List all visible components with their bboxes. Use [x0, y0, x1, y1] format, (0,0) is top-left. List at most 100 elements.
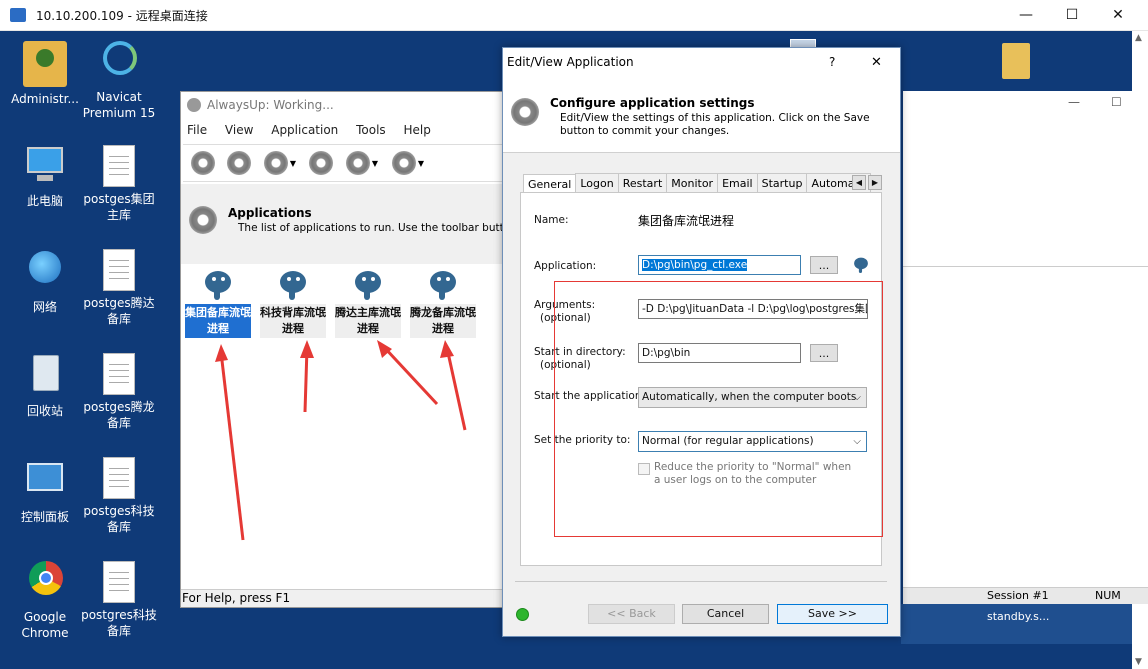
scroll-down-icon[interactable]: ▼	[1135, 657, 1142, 667]
bg-status-bar: Session #1 NUM	[903, 587, 1148, 604]
menu-bar: File View Application Tools Help	[187, 123, 445, 137]
menu-application[interactable]: Application	[271, 123, 338, 137]
application-path-value: D:\pg\bin\pg_ctl.exe	[642, 259, 748, 271]
applications-title: Applications	[228, 206, 312, 220]
user-folder-icon	[23, 41, 67, 87]
application-path-field[interactable]: D:\pg\bin\pg_ctl.exe	[638, 255, 801, 275]
add-application-button[interactable]	[185, 147, 221, 179]
bg-minimize-button[interactable]: —	[1068, 95, 1080, 109]
tab-general[interactable]: General	[523, 174, 577, 194]
edit-application-button[interactable]	[221, 147, 257, 179]
desktop-icon-doc[interactable]: postgres科技备库	[80, 561, 158, 639]
desktop-icon-label: postgres科技备库	[81, 608, 157, 638]
annotation-arrow	[381, 344, 439, 406]
rdp-title-bar: 10.10.200.109 - 远程桌面连接 — ☐ ✕	[0, 0, 1148, 31]
stop-application-button[interactable]	[303, 147, 339, 179]
desktop-icon-network[interactable]: 网络	[6, 249, 84, 315]
desktop-icon-doc[interactable]: postges腾龙备库	[80, 353, 158, 431]
tab-scroll-right-button[interactable]: ▶	[868, 175, 882, 190]
desktop-icon-label: Google Chrome	[21, 610, 69, 640]
annotation-highlight-box	[554, 281, 883, 537]
menu-tools[interactable]: Tools	[356, 123, 386, 137]
desktop-icon-doc[interactable]: postges腾达备库	[80, 249, 158, 327]
cancel-button[interactable]: Cancel	[682, 604, 769, 624]
desktop-icon-label: 此电脑	[26, 194, 63, 208]
maximize-button[interactable]: ☐	[1049, 0, 1095, 31]
minimize-button[interactable]: —	[1003, 0, 1049, 31]
document-icon	[103, 145, 135, 187]
divider	[903, 266, 1148, 267]
annotation-arrows	[215, 340, 467, 541]
desktop-icon-chrome[interactable]: Google Chrome	[6, 559, 84, 641]
status-help-text: For Help, press F1	[182, 591, 291, 605]
tab-startup[interactable]: Startup	[756, 173, 808, 193]
application-list: 集团备库流氓进程 科技背库流氓进程 腾达主库流氓进程 腾龙备库流氓进程	[181, 264, 505, 589]
help-button[interactable]: ?	[829, 55, 835, 69]
name-label: Name:	[534, 214, 569, 226]
alwaysup-title-bar: AlwaysUp: Working...	[181, 92, 505, 118]
menu-file[interactable]: File	[187, 123, 207, 137]
tab-restart[interactable]: Restart	[617, 173, 668, 193]
computer-icon	[23, 143, 67, 189]
save-button[interactable]: Save >>	[777, 604, 888, 624]
desktop-icon-this-pc[interactable]: 此电脑	[6, 143, 84, 209]
desktop-icon-admin[interactable]: Administr...	[6, 41, 84, 107]
applications-header: Applications The list of applications to…	[181, 184, 522, 264]
taskbar-region: standby.s...	[901, 604, 1132, 644]
alwaysup-window: AlwaysUp: Working... File View Applicati…	[180, 91, 522, 608]
desktop-icon-label: Administr...	[11, 92, 79, 106]
session-status: Session #1	[987, 589, 1049, 602]
desktop-icon-label: Navicat Premium 15	[82, 90, 156, 120]
dialog-title: Edit/View Application	[507, 55, 634, 69]
postgresql-elephant-icon	[852, 256, 870, 274]
applications-description: The list of applications to run. Use the…	[238, 222, 523, 234]
scroll-up-icon[interactable]: ▲	[1135, 33, 1142, 43]
folder-icon[interactable]	[1002, 43, 1030, 79]
desktop-icon-label: postges腾龙备库	[83, 400, 155, 430]
general-tab-panel: Name: 集团备库流氓进程 Application: D:\pg\bin\pg…	[520, 192, 883, 566]
menu-help[interactable]: Help	[404, 123, 431, 137]
start-application-button[interactable]: ▼	[257, 147, 303, 179]
close-button[interactable]: ✕	[1095, 0, 1141, 31]
desktop-icon-label: postges科技备库	[83, 504, 155, 534]
edit-view-application-dialog: Edit/View Application ? ✕ Configure appl…	[502, 47, 901, 637]
desktop-icon-label: 回收站	[26, 404, 63, 418]
info-application-button[interactable]: ▼	[385, 147, 431, 179]
annotation-arrow-head	[300, 340, 314, 358]
dialog-close-button[interactable]: ✕	[871, 55, 882, 70]
navicat-icon	[97, 39, 141, 85]
settings-gear-icon	[511, 98, 539, 126]
tab-scroll-left-button[interactable]: ◀	[852, 175, 866, 190]
num-lock-status: NUM	[1095, 589, 1121, 602]
desktop-icon-navicat[interactable]: Navicat Premium 15	[80, 39, 158, 121]
desktop-icon-doc[interactable]: postges科技备库	[80, 457, 158, 535]
rdp-title: 10.10.200.109 - 远程桌面连接	[36, 9, 208, 23]
dialog-header: Configure application settings Edit/View…	[503, 78, 900, 153]
divider	[515, 581, 887, 582]
document-icon	[103, 249, 135, 291]
back-button[interactable]: << Back	[588, 604, 675, 624]
dialog-header-description: Edit/View the settings of this applicati…	[560, 112, 870, 137]
document-icon	[103, 353, 135, 395]
desktop-icon-label: postges腾达备库	[83, 296, 155, 326]
recycle-bin-icon	[23, 353, 67, 399]
applications-gear-icon	[189, 206, 217, 234]
standby-label[interactable]: standby.s...	[987, 610, 1049, 623]
tab-logon[interactable]: Logon	[575, 173, 619, 193]
desktop-icon-label: 网络	[32, 300, 57, 314]
bg-maximize-button[interactable]: ☐	[1111, 95, 1122, 109]
tab-email[interactable]: Email	[717, 173, 758, 193]
menu-view[interactable]: View	[225, 123, 253, 137]
annotation-arrow	[445, 347, 467, 431]
desktop-icon-recycle-bin[interactable]: 回收站	[6, 353, 84, 419]
tab-monitor[interactable]: Monitor	[666, 173, 719, 193]
browse-application-button[interactable]: ...	[810, 256, 838, 274]
annotation-arrow-head	[440, 340, 454, 358]
restart-application-button[interactable]: ▼	[339, 147, 385, 179]
application-label: Application:	[534, 260, 597, 272]
dialog-title-bar: Edit/View Application ? ✕	[503, 48, 900, 78]
name-value: 集团备库流氓进程	[638, 214, 735, 228]
desktop-icon-doc[interactable]: postges集团主库	[80, 145, 158, 223]
alwaysup-gear-icon	[187, 98, 201, 112]
desktop-icon-control-panel[interactable]: 控制面板	[6, 459, 84, 525]
